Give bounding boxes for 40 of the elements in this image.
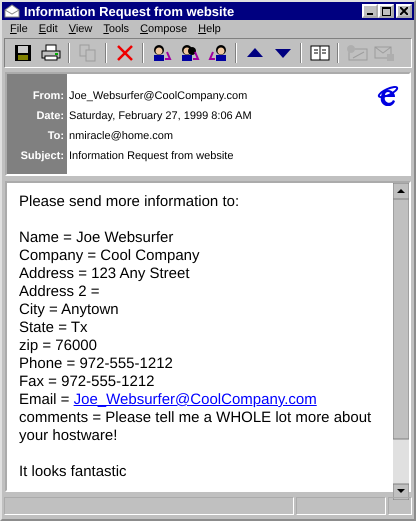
header-label: To:	[48, 129, 65, 144]
body-line: It looks fantastic	[19, 463, 128, 481]
menu-item[interactable]: Tools	[103, 23, 130, 35]
body-line: zip = 76000	[19, 337, 98, 355]
body-line: Address = 123 Any Street	[19, 265, 191, 283]
email-link[interactable]: Joe_Websurfer@CoolCompany.com	[74, 391, 317, 408]
header-value: Information Request from website	[68, 149, 234, 164]
header-label: Subject:	[20, 149, 65, 164]
e-logo-icon	[377, 84, 399, 106]
up-arrow-icon	[246, 47, 264, 59]
header-value: nmiracle@home.com	[68, 129, 174, 144]
close-icon	[400, 7, 408, 15]
body-line: Company = Cool Company	[19, 247, 201, 265]
down-arrow-icon	[274, 47, 292, 59]
header-label: Date:	[36, 109, 65, 124]
header-label: From:	[32, 89, 65, 104]
envelope-icon	[4, 4, 20, 18]
body-line: Name = Joe Websurfer	[19, 229, 174, 247]
close-button[interactable]	[396, 4, 412, 18]
header-value: Saturday, February 27, 1999 8:06 AM	[68, 109, 252, 124]
body-line: comments = Please tell me a WHOLE lot more about your hostware!	[19, 409, 372, 445]
menu-item[interactable]: Compose	[140, 23, 188, 35]
status-panel	[388, 497, 412, 515]
window-title: Information Request from website	[24, 4, 236, 18]
minimize-button[interactable]	[362, 4, 378, 18]
body-line: City = Anytown	[19, 301, 120, 319]
body-line: Address 2 =	[19, 283, 100, 301]
menu-item[interactable]: View	[68, 23, 92, 35]
maximize-icon	[382, 6, 390, 16]
menu-item[interactable]: Help	[198, 23, 221, 35]
body-line: Phone = 972-555-1212	[19, 355, 174, 373]
header-value: Joe_Websurfer@CoolCompany.com	[68, 89, 248, 104]
menu-item[interactable]: Edit	[38, 23, 58, 35]
body-line: Please send more information to:	[19, 193, 240, 211]
maximize-button[interactable]	[378, 4, 394, 18]
menu-item[interactable]: File	[10, 23, 28, 35]
body-line: Fax = 972-555-1212	[19, 373, 156, 391]
body-text: Email =	[19, 391, 70, 408]
scrollbar-drawing[interactable]	[393, 183, 409, 500]
body-line: State = Tx	[19, 319, 89, 337]
